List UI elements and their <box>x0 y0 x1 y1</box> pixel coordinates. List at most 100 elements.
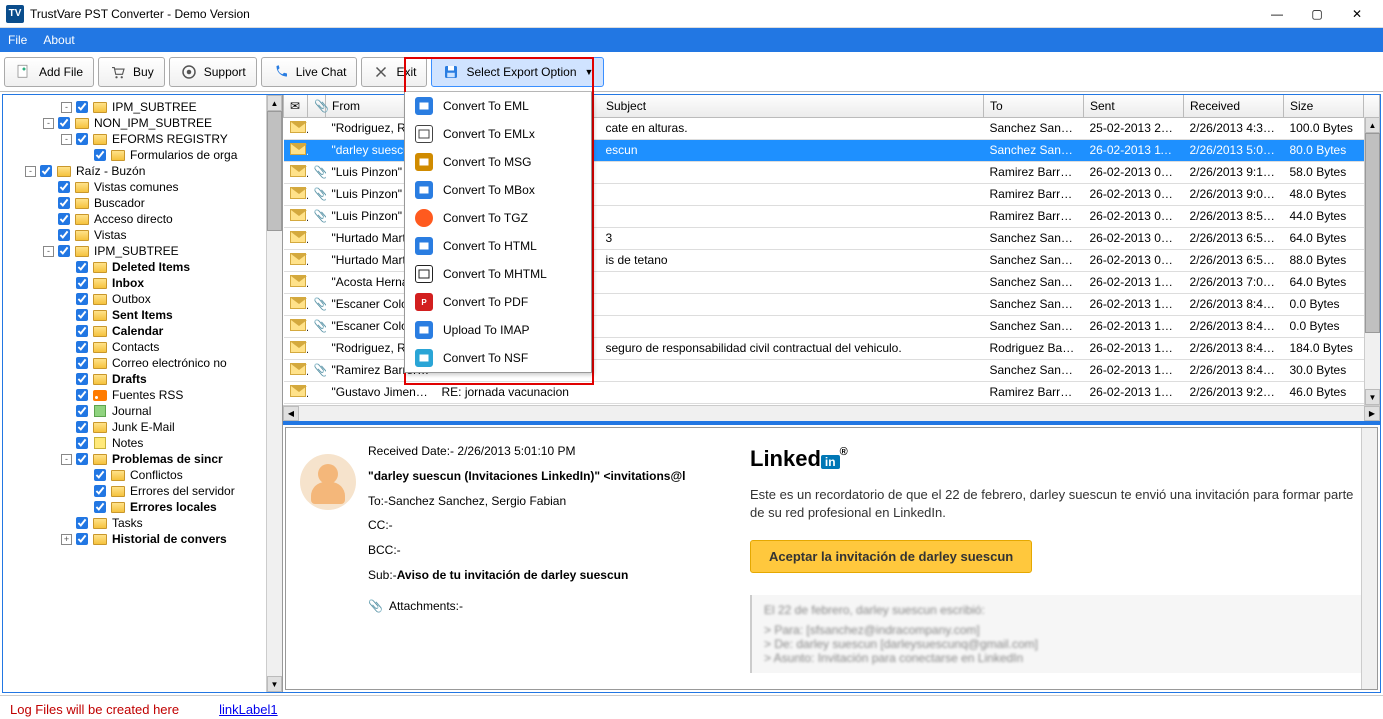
live-chat-button[interactable]: Live Chat <box>261 57 358 87</box>
tree-node[interactable]: +Historial de convers <box>5 531 280 547</box>
col-to[interactable]: To <box>984 95 1084 117</box>
tree-node[interactable]: Deleted Items <box>5 259 280 275</box>
tree-checkbox[interactable] <box>76 453 88 465</box>
tree-checkbox[interactable] <box>40 165 52 177</box>
tree-node[interactable]: Vistas <box>5 227 280 243</box>
tree-checkbox[interactable] <box>58 245 70 257</box>
col-size[interactable]: Size <box>1284 95 1364 117</box>
tree-checkbox[interactable] <box>76 517 88 529</box>
tree-node[interactable]: Outbox <box>5 291 280 307</box>
tree-node[interactable]: Conflictos <box>5 467 280 483</box>
accept-invitation-button[interactable]: Aceptar la invitación de darley suescun <box>750 540 1032 573</box>
scroll-thumb[interactable] <box>267 111 282 231</box>
col-icon[interactable]: ✉ <box>284 95 308 117</box>
maximize-button[interactable]: ▢ <box>1297 2 1337 26</box>
menu-file[interactable]: File <box>8 33 27 47</box>
scroll-down-icon[interactable]: ▼ <box>1365 389 1380 405</box>
tree-checkbox[interactable] <box>58 229 70 241</box>
tree-node[interactable]: -NON_IPM_SUBTREE <box>5 115 280 131</box>
export-menu-item[interactable]: PConvert To PDF <box>405 288 591 316</box>
tree-checkbox[interactable] <box>58 197 70 209</box>
collapse-icon[interactable]: - <box>61 134 72 145</box>
tree-checkbox[interactable] <box>76 309 88 321</box>
tree-checkbox[interactable] <box>58 181 70 193</box>
tree-checkbox[interactable] <box>76 373 88 385</box>
tree-node[interactable]: Acceso directo <box>5 211 280 227</box>
tree-node[interactable]: -IPM_SUBTREE <box>5 99 280 115</box>
tree-node[interactable]: Formularios de orga <box>5 147 280 163</box>
tree-checkbox[interactable] <box>58 117 70 129</box>
tree-node[interactable]: Errores locales <box>5 499 280 515</box>
scroll-right-icon[interactable]: ▶ <box>1364 406 1380 421</box>
export-menu-item[interactable]: Convert To MSG <box>405 148 591 176</box>
scroll-thumb[interactable] <box>1365 133 1380 333</box>
tree-checkbox[interactable] <box>94 485 106 497</box>
tree-node[interactable]: -Raíz - Buzón <box>5 163 280 179</box>
tree-checkbox[interactable] <box>76 261 88 273</box>
close-button[interactable]: ✕ <box>1337 2 1377 26</box>
tree-node[interactable]: Junk E-Mail <box>5 419 280 435</box>
tree-node[interactable]: Journal <box>5 403 280 419</box>
list-vertical-scrollbar[interactable]: ▲ ▼ <box>1364 117 1380 405</box>
tree-checkbox[interactable] <box>76 437 88 449</box>
scroll-up-icon[interactable]: ▲ <box>1365 117 1380 133</box>
export-menu-item[interactable]: Convert To HTML <box>405 232 591 260</box>
scroll-down-icon[interactable]: ▼ <box>267 676 282 692</box>
scroll-up-icon[interactable]: ▲ <box>267 95 282 111</box>
tree-scrollbar[interactable]: ▲ ▼ <box>266 95 282 692</box>
col-attachment[interactable]: 📎 <box>308 95 326 117</box>
tree-node[interactable]: Contacts <box>5 339 280 355</box>
tree-checkbox[interactable] <box>76 421 88 433</box>
collapse-icon[interactable]: - <box>43 246 54 257</box>
minimize-button[interactable]: — <box>1257 2 1297 26</box>
export-menu-item[interactable]: Convert To MHTML <box>405 260 591 288</box>
tree-node[interactable]: Buscador <box>5 195 280 211</box>
buy-button[interactable]: Buy <box>98 57 165 87</box>
tree-node[interactable]: -Problemas de sincr <box>5 451 280 467</box>
menu-about[interactable]: About <box>43 33 74 47</box>
tree-node[interactable]: Notes <box>5 435 280 451</box>
tree-checkbox[interactable] <box>76 405 88 417</box>
select-export-button[interactable]: Select Export Option ▼ <box>431 57 604 87</box>
export-menu-item[interactable]: Upload To IMAP <box>405 316 591 344</box>
tree-checkbox[interactable] <box>76 389 88 401</box>
tree-checkbox[interactable] <box>76 357 88 369</box>
collapse-icon[interactable]: - <box>43 118 54 129</box>
export-menu-item[interactable]: Convert To TGZ <box>405 204 591 232</box>
col-sent[interactable]: Sent <box>1084 95 1184 117</box>
expand-icon[interactable]: + <box>61 534 72 545</box>
tree-node[interactable]: Fuentes RSS <box>5 387 280 403</box>
support-button[interactable]: Support <box>169 57 257 87</box>
tree-checkbox[interactable] <box>94 469 106 481</box>
export-menu-item[interactable]: Convert To EML <box>405 92 591 120</box>
tree-node[interactable]: Sent Items <box>5 307 280 323</box>
folder-tree[interactable]: -IPM_SUBTREE-NON_IPM_SUBTREE-EFORMS REGI… <box>3 95 282 551</box>
tree-node[interactable]: Correo electrónico no <box>5 355 280 371</box>
list-horizontal-scrollbar[interactable]: ◀ ▶ <box>283 405 1380 421</box>
tree-checkbox[interactable] <box>76 293 88 305</box>
tree-node[interactable]: Vistas comunes <box>5 179 280 195</box>
link-label[interactable]: linkLabel1 <box>219 702 278 717</box>
tree-node[interactable]: Inbox <box>5 275 280 291</box>
tree-node[interactable]: Tasks <box>5 515 280 531</box>
tree-checkbox[interactable] <box>94 149 106 161</box>
tree-node[interactable]: -EFORMS REGISTRY <box>5 131 280 147</box>
tree-checkbox[interactable] <box>94 501 106 513</box>
tree-node[interactable]: Calendar <box>5 323 280 339</box>
export-menu-item[interactable]: Convert To NSF <box>405 344 591 372</box>
tree-node[interactable]: -IPM_SUBTREE <box>5 243 280 259</box>
table-row[interactable]: "Gustavo Jimene…RE: jornada vacunacionRa… <box>284 381 1380 403</box>
add-file-button[interactable]: Add File <box>4 57 94 87</box>
preview-scrollbar[interactable] <box>1361 428 1377 689</box>
collapse-icon[interactable]: - <box>61 102 72 113</box>
exit-button[interactable]: Exit <box>361 57 427 87</box>
tree-node[interactable]: Errores del servidor <box>5 483 280 499</box>
export-menu-item[interactable]: Convert To MBox <box>405 176 591 204</box>
collapse-icon[interactable]: - <box>25 166 36 177</box>
export-menu-item[interactable]: Convert To EMLx <box>405 120 591 148</box>
tree-checkbox[interactable] <box>76 133 88 145</box>
collapse-icon[interactable]: - <box>61 454 72 465</box>
tree-node[interactable]: Drafts <box>5 371 280 387</box>
tree-checkbox[interactable] <box>76 101 88 113</box>
tree-checkbox[interactable] <box>76 325 88 337</box>
